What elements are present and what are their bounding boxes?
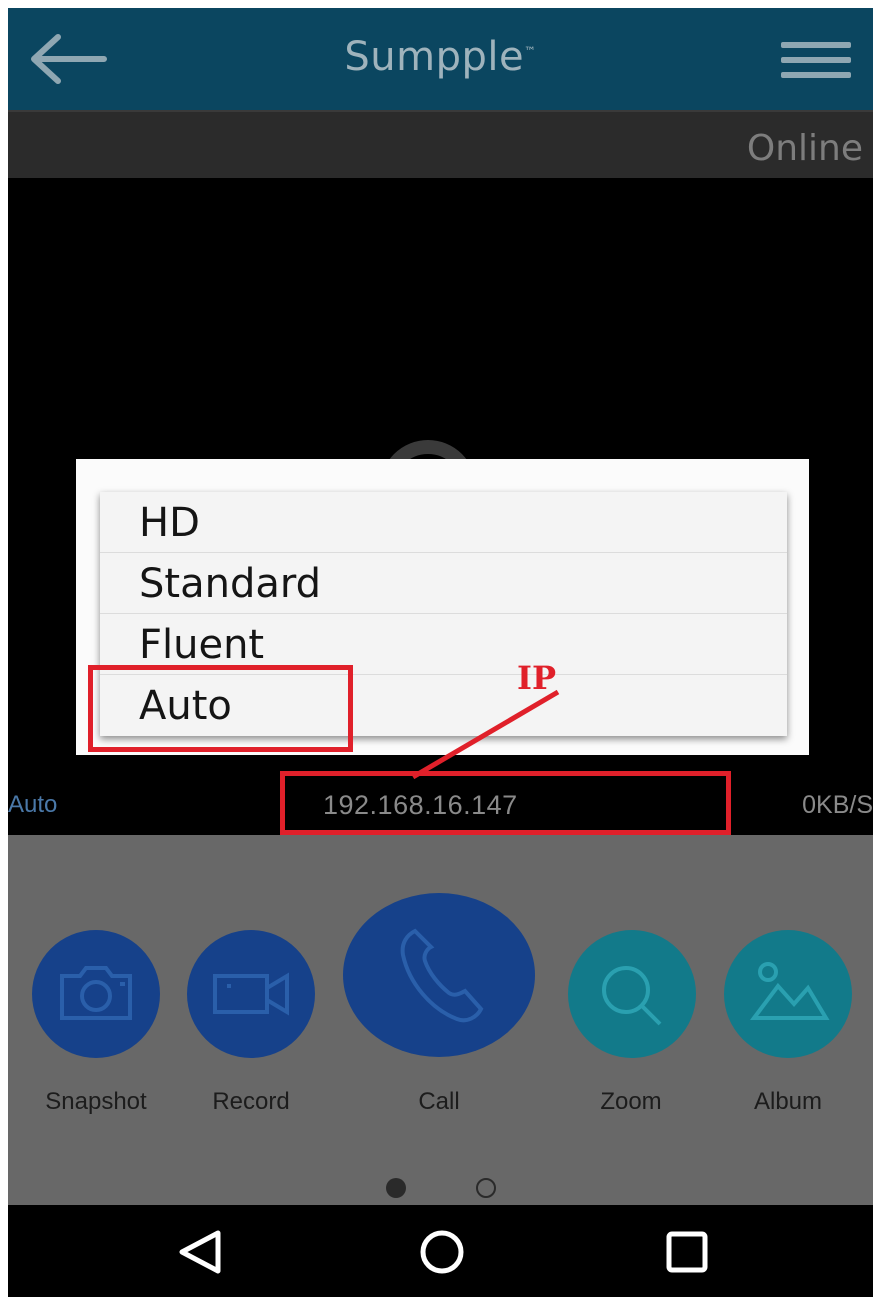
circle-home-icon	[420, 1230, 464, 1274]
auto-highlight-box	[88, 665, 353, 752]
nav-home-button[interactable]	[415, 1227, 469, 1277]
trademark-mark: ™	[524, 44, 537, 59]
album-button[interactable]	[724, 930, 852, 1058]
zoom-label: Zoom	[600, 1088, 662, 1115]
nav-recents-button[interactable]	[660, 1227, 714, 1277]
menu-button[interactable]	[781, 42, 851, 78]
album-label: Album	[753, 1088, 823, 1115]
system-nav-bar	[8, 1205, 873, 1297]
app-header: Sumpple™	[8, 8, 873, 110]
snapshot-label: Snapshot	[45, 1088, 147, 1115]
ip-annotation-label: IP	[517, 659, 557, 697]
zoom-button[interactable]	[568, 930, 696, 1058]
call-button[interactable]	[343, 893, 535, 1057]
video-camera-icon	[213, 972, 289, 1016]
nav-back-button[interactable]	[174, 1227, 228, 1277]
app-title: Sumpple™	[8, 34, 873, 80]
quality-option-hd[interactable]: HD	[100, 492, 787, 553]
status-bar: Online	[8, 110, 873, 178]
record-label: Record	[212, 1088, 290, 1115]
connection-status: Online	[746, 128, 863, 169]
camera-icon	[60, 966, 132, 1020]
record-button[interactable]	[187, 930, 315, 1058]
brand-name: Sumpple	[344, 34, 525, 80]
call-label: Call	[418, 1088, 460, 1115]
hamburger-icon	[781, 42, 851, 48]
phone-screen: Sumpple™ Online Auto 192.168.16.147 0KB/…	[8, 8, 873, 1297]
quality-option-standard[interactable]: Standard	[100, 553, 787, 614]
image-icon	[750, 962, 830, 1020]
quality-mode-label[interactable]: Auto	[8, 791, 57, 819]
phone-icon	[400, 928, 484, 1023]
ip-highlight-box	[280, 771, 731, 835]
triangle-back-icon	[179, 1230, 221, 1274]
square-recents-icon	[666, 1231, 708, 1273]
magnifier-icon	[602, 966, 662, 1026]
snapshot-button[interactable]	[32, 930, 160, 1058]
page-indicator-inactive[interactable]	[476, 1178, 496, 1198]
bitrate-label: 0KB/S	[802, 791, 873, 819]
page-indicator-active[interactable]	[386, 1178, 406, 1198]
